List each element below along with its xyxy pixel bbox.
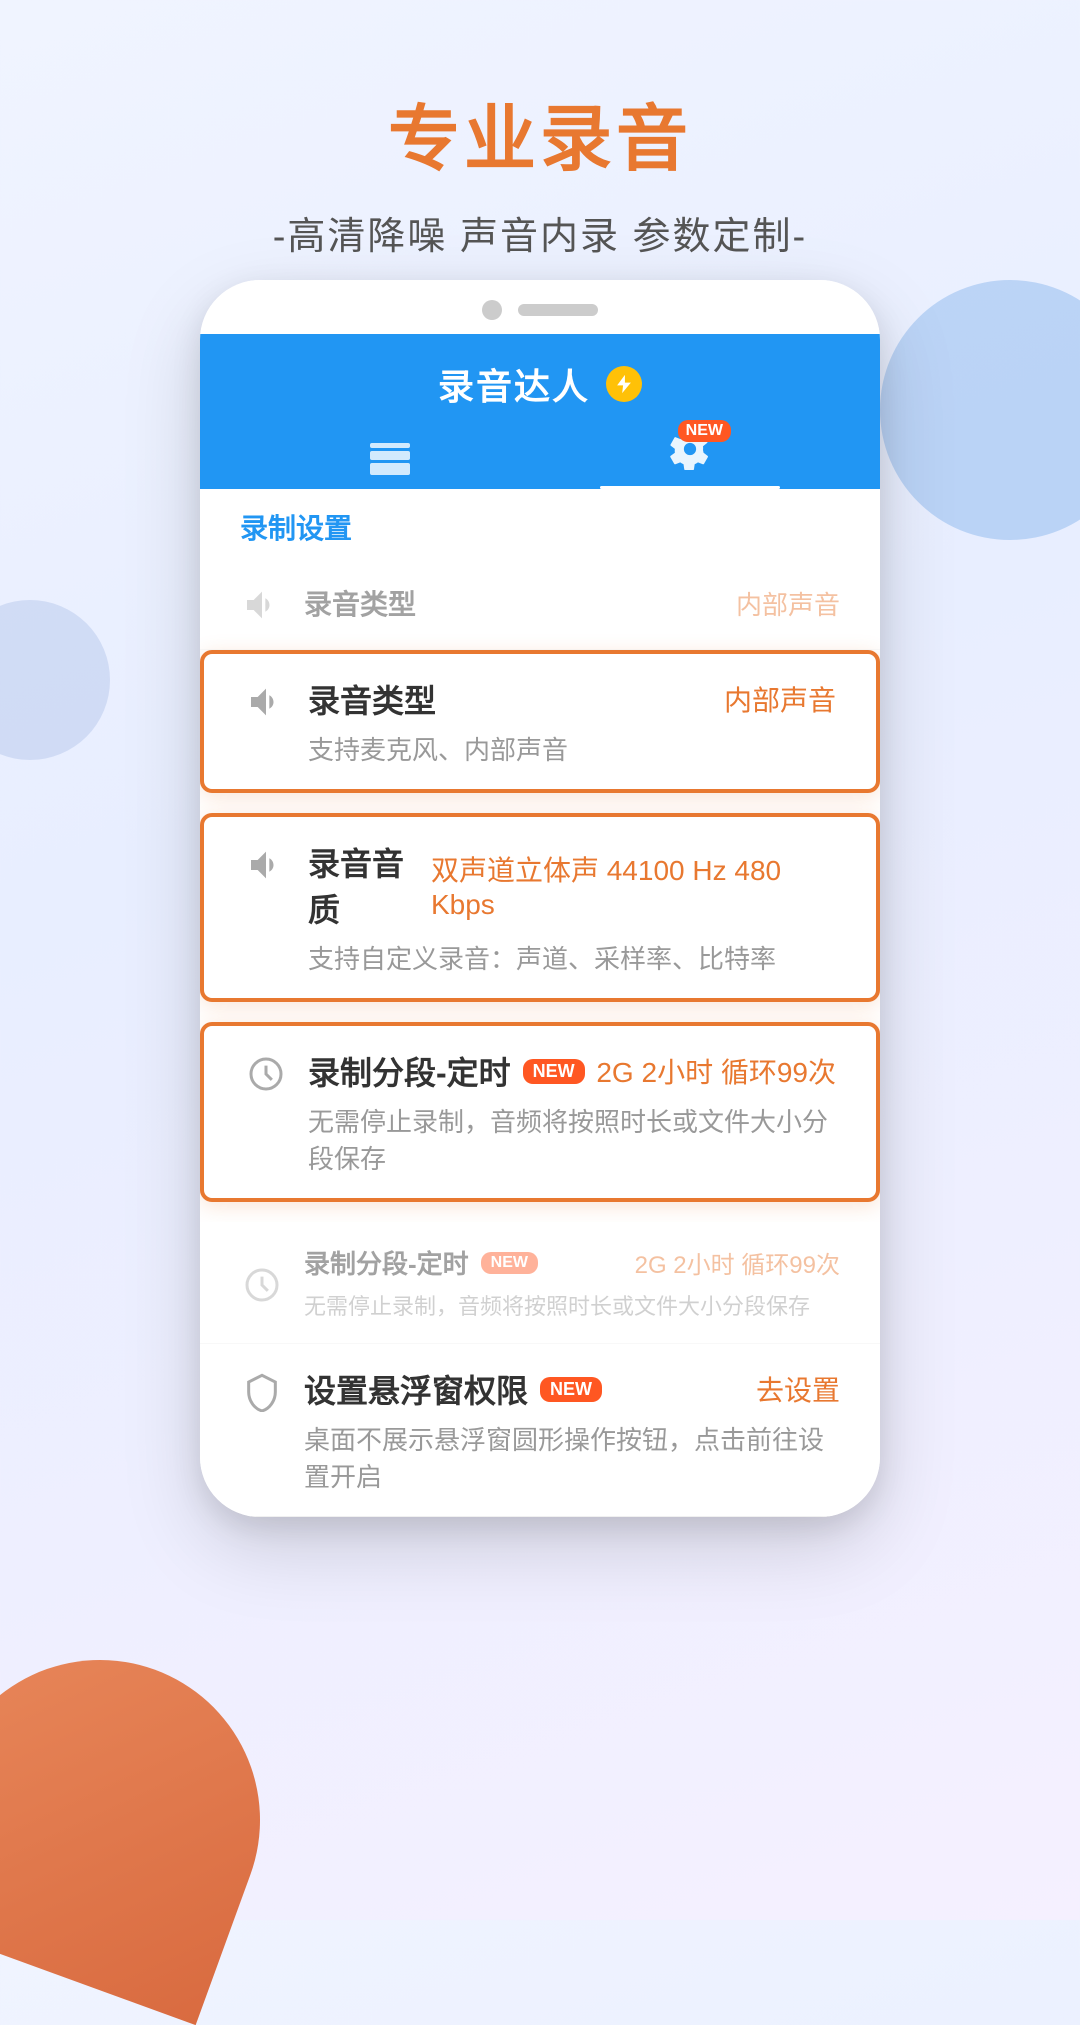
app-title-row: 录音达人 bbox=[240, 358, 840, 428]
blurred-title-row: 录音类型 内部声音 bbox=[304, 583, 840, 623]
dim-title-1: 录制分段-定时 NEW bbox=[304, 1244, 538, 1281]
setting-float-window[interactable]: 设置悬浮窗权限 NEW 去设置 桌面不展示悬浮窗圆形操作按钮，点击前往设置开启 bbox=[200, 1344, 880, 1517]
record-segment-content: 录制分段-定时 NEW 2G 2小时 循环99次 无需停止录制，音频将按照时长或… bbox=[308, 1048, 836, 1176]
dim-value-1: 2G 2小时 循环99次 bbox=[635, 1245, 840, 1280]
page-title: 专业录音 bbox=[0, 80, 1080, 185]
volume-icon-2 bbox=[244, 843, 288, 887]
phone-camera bbox=[482, 300, 502, 320]
app-nav: NEW bbox=[240, 428, 840, 489]
record-segment-title-row: 录制分段-定时 NEW 2G 2小时 循环99次 bbox=[308, 1048, 836, 1094]
nav-new-badge: NEW bbox=[678, 420, 731, 442]
clock-icon-1 bbox=[244, 1052, 288, 1096]
float-window-desc: 桌面不展示悬浮窗圆形操作按钮，点击前往设置开启 bbox=[304, 1420, 840, 1494]
blurred-title: 录音类型 bbox=[304, 583, 416, 623]
record-quality-content: 录音音质 双声道立体声 44100 Hz 480 Kbps 支持自定义录音：声道… bbox=[308, 839, 836, 976]
float-window-title-row: 设置悬浮窗权限 NEW 去设置 bbox=[304, 1366, 840, 1412]
float-window-value: 去设置 bbox=[756, 1369, 840, 1409]
float-window-title: 设置悬浮窗权限 NEW bbox=[304, 1366, 602, 1412]
tab-settings[interactable]: NEW bbox=[540, 428, 840, 489]
shield-icon bbox=[240, 1370, 284, 1414]
volume-icon-small bbox=[240, 583, 284, 627]
highlight-record-segment[interactable]: 录制分段-定时 NEW 2G 2小时 循环99次 无需停止录制，音频将按照时长或… bbox=[200, 1022, 880, 1202]
highlight-record-quality[interactable]: 录音音质 双声道立体声 44100 Hz 480 Kbps 支持自定义录音：声道… bbox=[200, 813, 880, 1002]
record-quality-title: 录音音质 bbox=[308, 839, 431, 931]
dim-title-row-1: 录制分段-定时 NEW 2G 2小时 循环99次 bbox=[304, 1244, 840, 1281]
bg-decoration-circle-left bbox=[0, 600, 110, 760]
record-type-content: 录音类型 内部声音 支持麦克风、内部声音 bbox=[308, 676, 836, 767]
app-title: 录音达人 bbox=[438, 358, 590, 410]
record-icon bbox=[370, 443, 410, 475]
phone-mockup: 录音达人 bbox=[200, 280, 880, 1660]
record-quality-value: 双声道立体声 44100 Hz 480 Kbps bbox=[431, 849, 836, 921]
page-subtitle: -高清降噪 声音内录 参数定制- bbox=[0, 205, 1080, 260]
dim-new-badge: NEW bbox=[481, 1252, 538, 1274]
dim-desc-1: 无需停止录制，音频将按照时长或文件大小分段保存 bbox=[304, 1289, 840, 1321]
float-new-badge: NEW bbox=[540, 1377, 602, 1402]
page-header: 专业录音 -高清降噪 声音内录 参数定制- bbox=[0, 0, 1080, 260]
tab-record[interactable] bbox=[240, 443, 540, 489]
bg-decoration-circle-right bbox=[880, 280, 1080, 540]
phone-frame: 录音达人 bbox=[200, 280, 880, 1517]
record-quality-title-row: 录音音质 双声道立体声 44100 Hz 480 Kbps bbox=[308, 839, 836, 931]
record-type-title-row: 录音类型 内部声音 bbox=[308, 676, 836, 722]
record-type-title: 录音类型 bbox=[308, 676, 436, 722]
bg-decoration-bottom bbox=[0, 1615, 305, 2025]
blurred-content: 录音类型 内部声音 bbox=[304, 583, 840, 623]
blurred-setting-row: 录音类型 内部声音 bbox=[200, 557, 880, 650]
phone-speaker bbox=[518, 304, 598, 316]
dim-content-1: 录制分段-定时 NEW 2G 2小时 循环99次 无需停止录制，音频将按照时长或… bbox=[304, 1244, 840, 1321]
segment-new-badge: NEW bbox=[523, 1059, 585, 1084]
float-window-content: 设置悬浮窗权限 NEW 去设置 桌面不展示悬浮窗圆形操作按钮，点击前往设置开启 bbox=[304, 1366, 840, 1494]
record-quality-desc: 支持自定义录音：声道、采样率、比特率 bbox=[308, 939, 836, 976]
gear-icon-wrap: NEW bbox=[669, 428, 711, 475]
highlight-record-type[interactable]: 录音类型 内部声音 支持麦克风、内部声音 bbox=[200, 650, 880, 793]
record-type-value: 内部声音 bbox=[724, 679, 836, 719]
clock-icon-dim bbox=[240, 1263, 284, 1307]
record-type-desc: 支持麦克风、内部声音 bbox=[308, 730, 836, 767]
phone-notch bbox=[200, 280, 880, 334]
record-segment-desc: 无需停止录制，音频将按照时长或文件大小分段保存 bbox=[308, 1102, 836, 1176]
record-segment-title: 录制分段-定时 NEW bbox=[308, 1048, 585, 1094]
blurred-value: 内部声音 bbox=[736, 585, 840, 622]
dim-row-1: 录制分段-定时 NEW 2G 2小时 循环99次 无需停止录制，音频将按照时长或… bbox=[200, 1222, 880, 1344]
record-segment-value: 2G 2小时 循环99次 bbox=[596, 1051, 836, 1091]
volume-icon-1 bbox=[244, 680, 288, 724]
settings-list: 录制分段-定时 NEW 2G 2小时 循环99次 无需停止录制，音频将按照时长或… bbox=[200, 1222, 880, 1517]
app-header: 录音达人 bbox=[200, 334, 880, 489]
section-label: 录制设置 bbox=[200, 489, 880, 557]
app-verified-badge bbox=[606, 366, 642, 402]
